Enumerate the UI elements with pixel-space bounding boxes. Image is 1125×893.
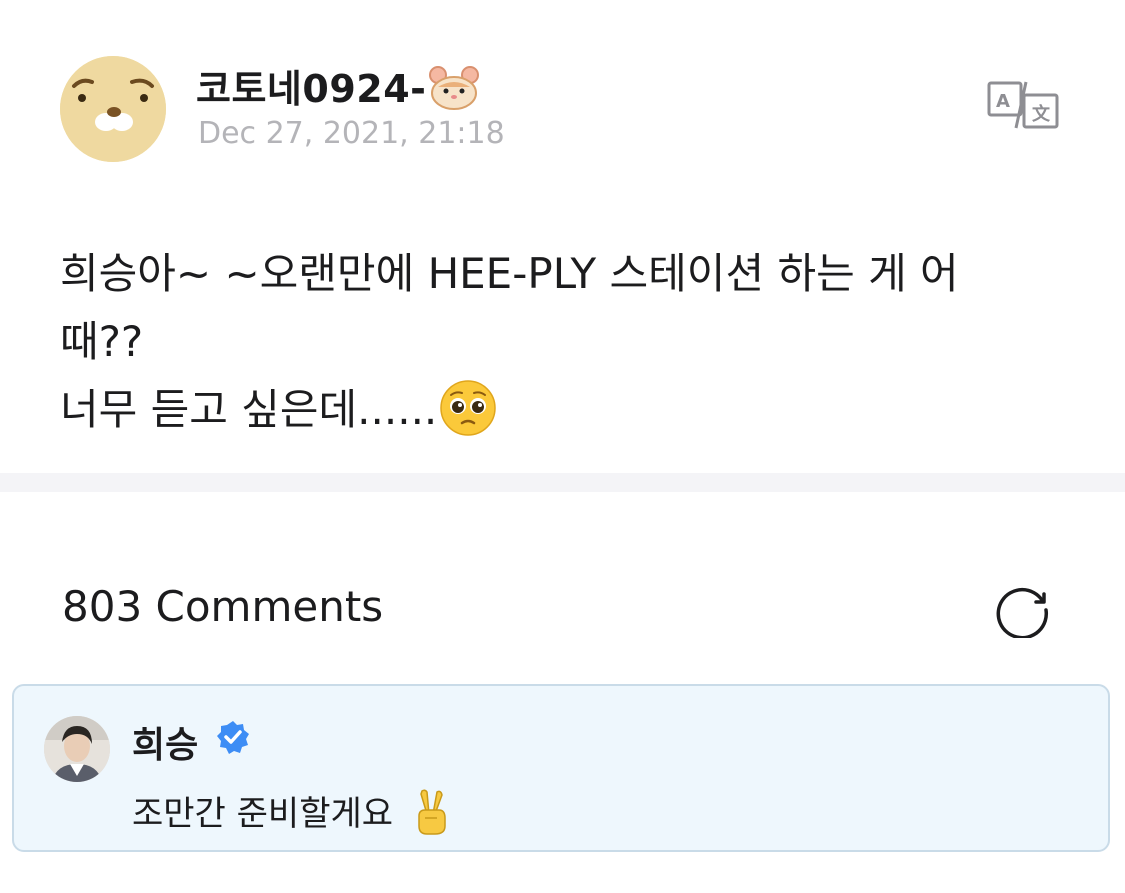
post-body: 희승아~ ~오랜만에 HEE-PLY 스테이션 하는 게 어 때?? 너무 듣고… xyxy=(60,240,1060,444)
post-card: 코토네0924- Dec 27, 2021, 21:18 A 文 희승아~ ~오… xyxy=(0,0,1125,473)
translate-icon: A 文 xyxy=(987,81,1059,129)
refresh-button[interactable] xyxy=(994,578,1054,640)
post-body-line: 너무 듣고 싶은데...... xyxy=(60,385,438,434)
svg-text:A: A xyxy=(996,91,1010,112)
post-body-line: 때?? xyxy=(60,317,144,366)
refresh-icon xyxy=(996,587,1049,640)
post-body-line-with-emoji: 너무 듣고 싶은데...... xyxy=(60,376,1060,444)
post-date: Dec 27, 2021, 21:18 xyxy=(198,116,505,151)
comment-text-body: 조만간 준비할게요 xyxy=(132,794,394,834)
author-name-text: 코토네0924- xyxy=(196,67,427,111)
svg-text:文: 文 xyxy=(1032,103,1051,125)
hamster-face-icon xyxy=(426,65,480,111)
author-name[interactable]: 코토네0924- xyxy=(196,58,480,113)
comment-text: 조만간 준비할게요 xyxy=(132,786,455,836)
post-body-line: 희승아~ ~오랜만에 HEE-PLY 스테이션 하는 게 어 xyxy=(60,249,959,298)
comment-author-name[interactable]: 희승 xyxy=(132,716,198,768)
verified-badge-icon xyxy=(216,720,250,754)
comment-author-avatar[interactable] xyxy=(44,716,110,782)
translate-button[interactable]: A 文 xyxy=(986,80,1060,130)
author-avatar[interactable] xyxy=(60,56,166,162)
section-divider xyxy=(0,473,1125,492)
comments-count: 803 Comments xyxy=(62,582,384,631)
pleading-face-icon xyxy=(437,379,497,436)
highlighted-comment[interactable]: 희승 조만간 준비할게요 xyxy=(12,684,1110,852)
victory-hand-icon xyxy=(393,788,455,835)
